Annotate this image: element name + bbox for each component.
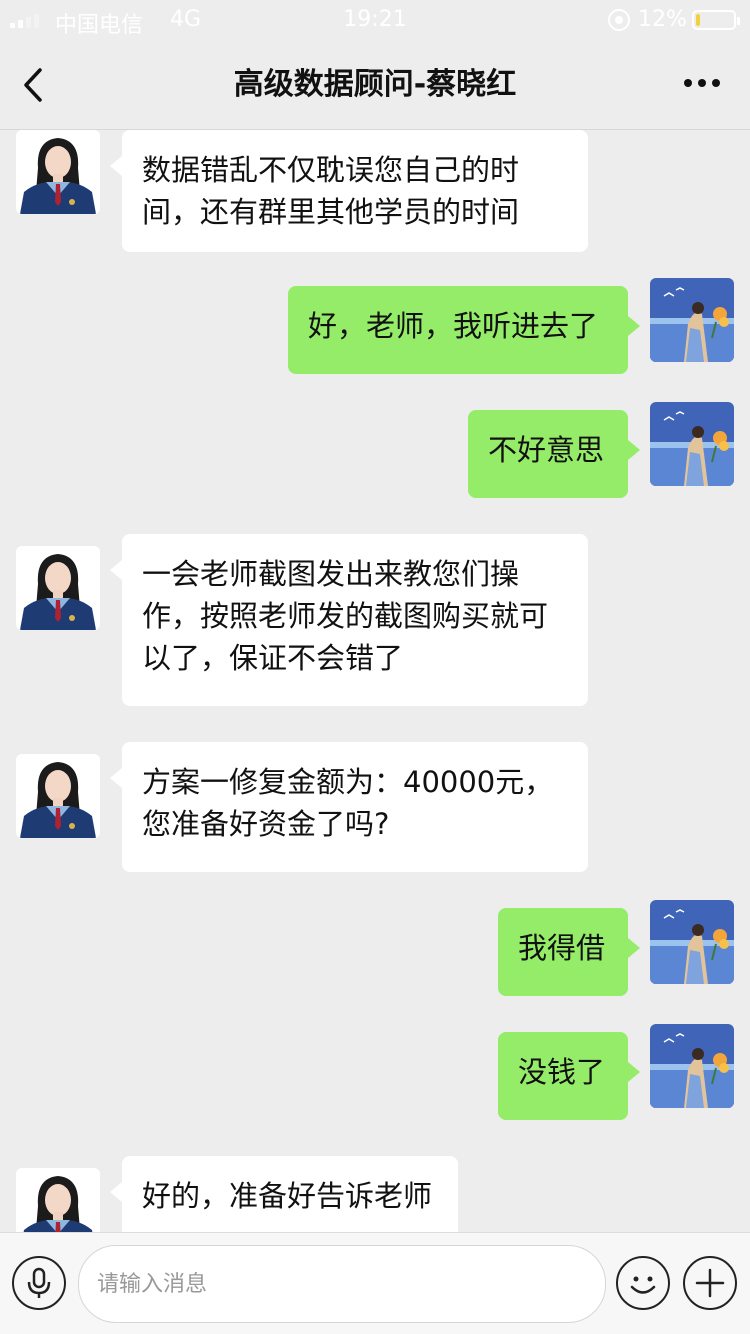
user-avatar[interactable] <box>650 278 734 362</box>
contact-avatar[interactable] <box>16 1168 100 1232</box>
status-bar: 中国电信 4G 19:21 12% <box>0 0 750 40</box>
battery-icon <box>692 10 740 30</box>
message-bubble[interactable]: 方案一修复金额为：40000元，您准备好资金了吗? <box>110 742 588 872</box>
chat-title: 高级数据顾问-蔡晓红 <box>233 67 517 102</box>
user-avatar[interactable] <box>650 1024 734 1108</box>
message-bubble[interactable]: 我得借 <box>498 908 640 996</box>
smiley-icon <box>630 1276 656 1294</box>
message-bubble[interactable]: 数据错乱不仅耽误您自己的时间，还有群里其他学员的时间 <box>110 130 588 252</box>
message-bubble[interactable]: 好，老师，我听进去了 <box>288 286 640 374</box>
more-functions-button[interactable] <box>683 1256 737 1310</box>
contact-avatar[interactable] <box>16 546 100 630</box>
chat-header: 高级数据顾问-蔡晓红 <box>0 40 750 130</box>
more-dots-icon <box>684 79 692 87</box>
user-avatar[interactable] <box>650 900 734 984</box>
user-avatar[interactable] <box>650 402 734 486</box>
message-input[interactable] <box>78 1245 606 1323</box>
battery-level-fill <box>696 14 700 26</box>
message-list[interactable]: 数据错乱不仅耽误您自己的时间，还有群里其他学员的时间 好，老师，我听进去了 不好… <box>0 130 750 1232</box>
contact-avatar[interactable] <box>16 754 100 838</box>
plus-icon <box>695 1268 725 1298</box>
message-bubble[interactable]: 一会老师截图发出来教您们操作，按照老师发的截图购买就可以了，保证不会错了 <box>110 534 588 706</box>
message-bubble[interactable]: 没钱了 <box>498 1032 640 1120</box>
contact-avatar[interactable] <box>16 130 100 214</box>
input-bar <box>0 1232 750 1334</box>
battery-percent: 12% <box>638 7 687 32</box>
message-bubble[interactable]: 不好意思 <box>468 410 640 498</box>
emoji-button[interactable] <box>616 1256 670 1310</box>
orientation-lock-icon <box>608 9 630 31</box>
more-options-button[interactable] <box>672 68 732 98</box>
microphone-icon <box>27 1267 51 1298</box>
voice-input-button[interactable] <box>12 1256 66 1310</box>
message-bubble[interactable]: 好的，准备好告诉老师 <box>110 1156 458 1232</box>
